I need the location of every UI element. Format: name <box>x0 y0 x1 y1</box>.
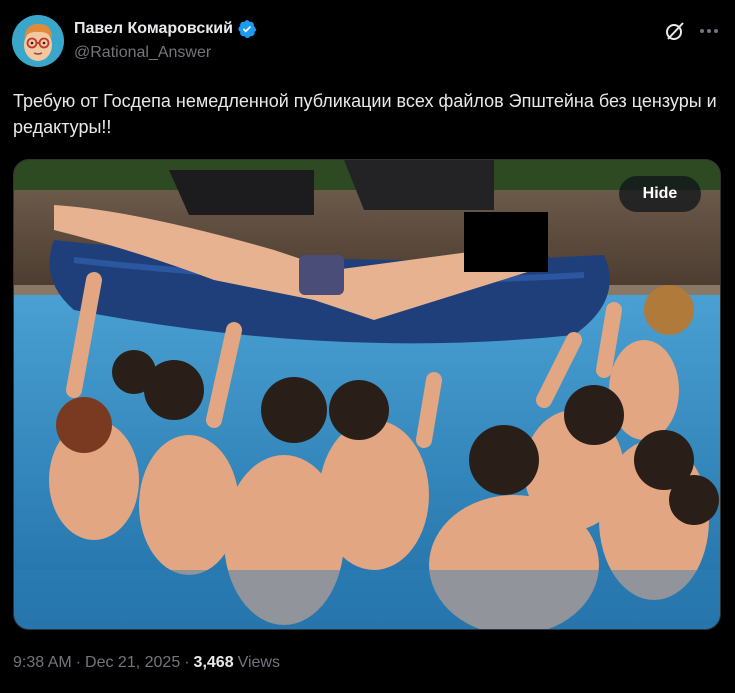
hide-media-button[interactable]: Hide <box>619 176 701 212</box>
tweet-meta: 9:38 AM · Dec 21, 2025 · 3,468 Views <box>13 654 280 672</box>
author-name-row[interactable]: Павел Комаровский <box>74 19 257 39</box>
tweet-article[interactable]: Павел Комаровский @Rational_Answer Требу… <box>0 0 735 693</box>
pool-photo-illustration <box>14 160 720 629</box>
author-display-name[interactable]: Павел Комаровский <box>74 20 233 38</box>
more-icon[interactable] <box>697 20 721 42</box>
verified-badge-icon[interactable] <box>237 19 257 39</box>
tweet-date[interactable]: Dec 21, 2025 <box>85 654 180 672</box>
tweet-text: Требую от Госдепа немедленной публикации… <box>13 91 717 137</box>
meta-separator: · <box>184 654 190 671</box>
avatar-illustration <box>12 15 64 67</box>
author-handle[interactable]: @Rational_Answer <box>74 44 211 62</box>
tweet-time[interactable]: 9:38 AM <box>13 654 72 672</box>
views-label: Views <box>237 654 280 671</box>
views-count[interactable]: 3,468 <box>194 654 234 672</box>
grok-icon[interactable] <box>664 20 686 42</box>
tweet-media-photo[interactable]: Hide <box>13 159 721 630</box>
avatar[interactable] <box>12 15 64 67</box>
meta-separator: · <box>75 654 82 671</box>
